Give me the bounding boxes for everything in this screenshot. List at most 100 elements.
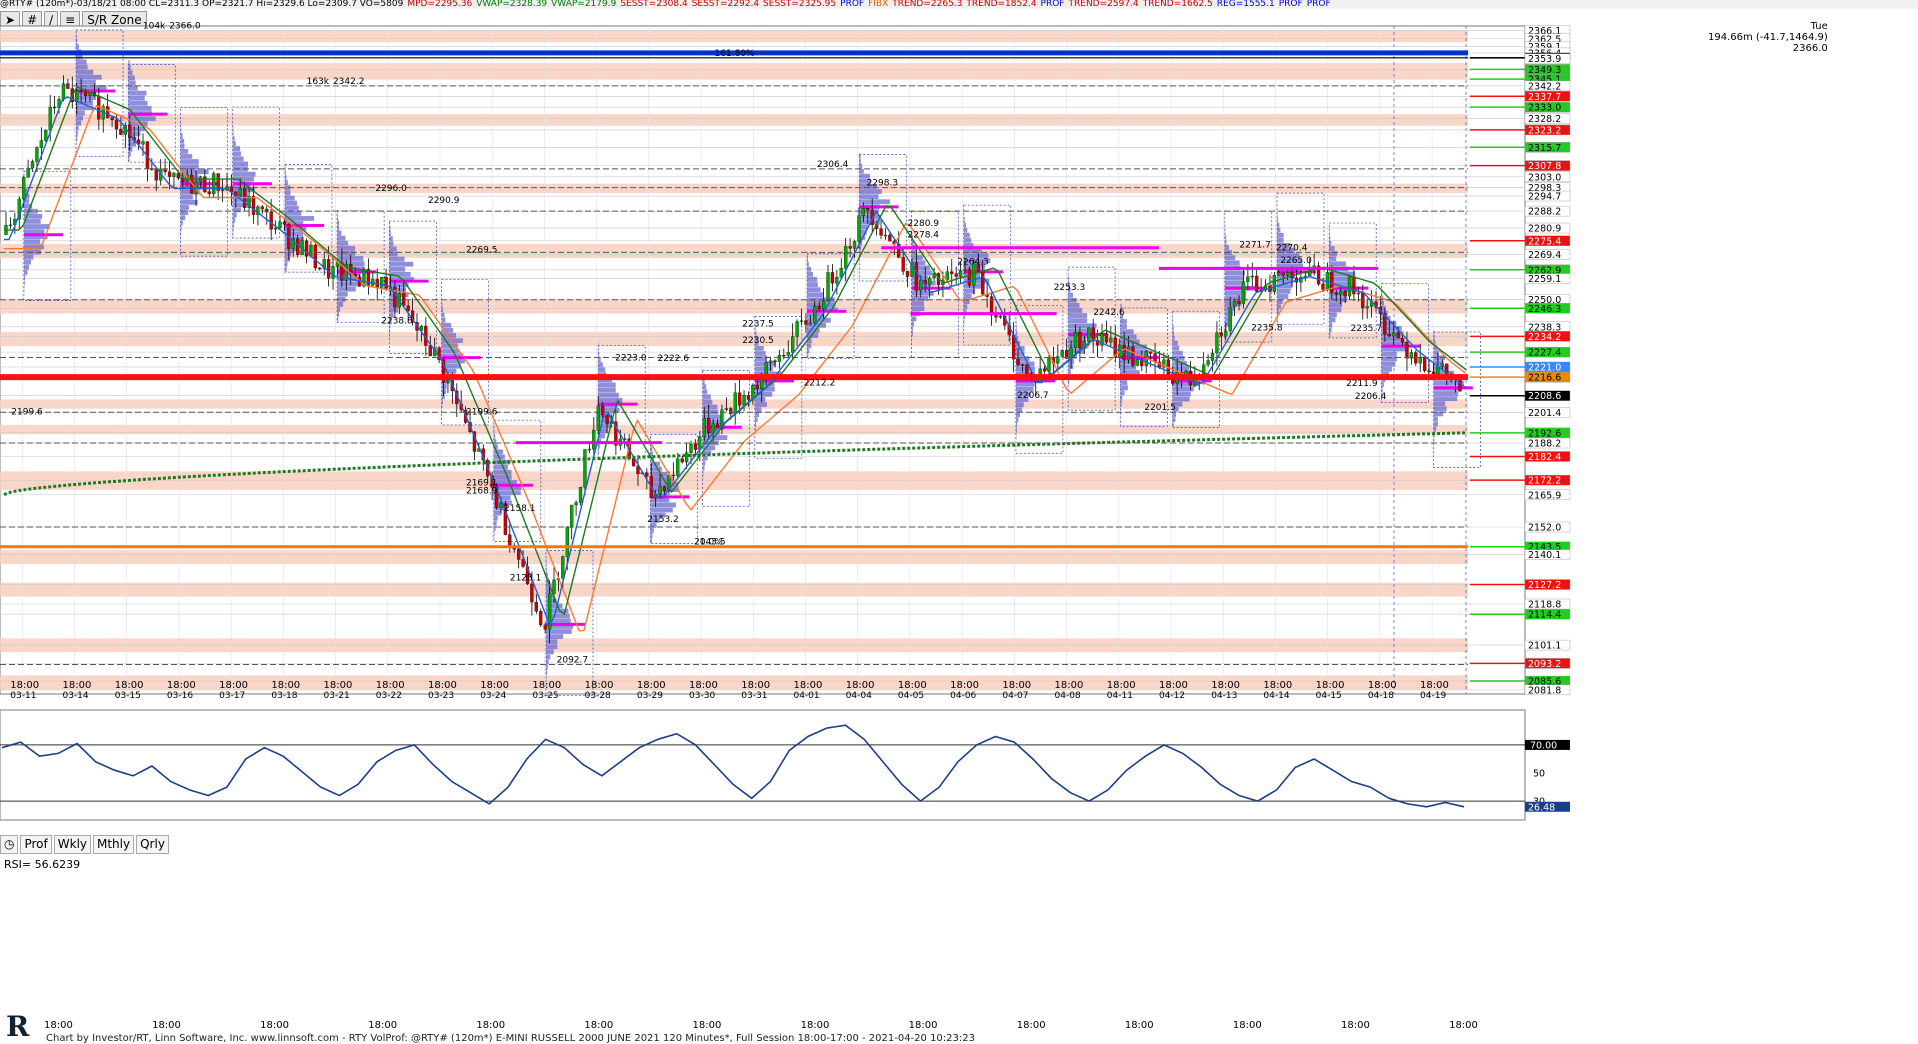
x-axis-time-label: 18:00 <box>62 680 91 691</box>
price-annotation: 2280.9 <box>908 219 940 229</box>
volume-profile-bar <box>76 126 79 131</box>
candle-body <box>252 196 255 214</box>
candle-body <box>517 549 520 559</box>
volume-profile-bar <box>1120 360 1138 365</box>
price-axis-label: 2093.2 <box>1528 659 1561 670</box>
volume-profile-bar <box>1329 256 1336 261</box>
volume-profile-bar <box>128 81 135 86</box>
volume-profile-bar <box>1068 318 1087 323</box>
x-axis-time-label: 18:00 <box>428 680 457 691</box>
volume-profile-bar <box>180 129 181 134</box>
volume-profile-bar <box>233 131 234 136</box>
candle-body <box>884 235 887 236</box>
candle-body <box>1277 273 1280 275</box>
candle-body <box>1047 357 1050 371</box>
candle-body <box>265 209 268 212</box>
volume-profile-bar <box>1068 303 1079 308</box>
volume-profile-bar <box>442 323 452 328</box>
volume-profile-bar <box>1434 391 1459 396</box>
x-axis-date-label: 04-08 <box>1055 691 1081 701</box>
volume-profile-bar <box>703 405 718 410</box>
price-annotation: 2153.2 <box>647 515 679 525</box>
candle-body <box>663 487 666 492</box>
candle-body <box>553 580 556 594</box>
chart-canvas[interactable]: 2366.0104k2342.2163k2306.42298.32296.022… <box>0 0 1918 1043</box>
prof-button[interactable]: Prof <box>20 835 51 854</box>
volume-profile-bar <box>703 369 704 374</box>
candle-body <box>787 352 790 355</box>
qrly-button[interactable]: Qrly <box>136 835 169 854</box>
clock-icon[interactable]: ◷ <box>0 835 18 854</box>
volume-profile-bar <box>1225 245 1229 250</box>
price-annotation: 2278.4 <box>908 230 940 240</box>
candle-body <box>831 272 834 283</box>
candle-body <box>1419 357 1422 363</box>
volume-profile-bar <box>285 201 297 206</box>
sr-zone <box>0 332 1468 346</box>
candle-body <box>835 277 838 283</box>
volume-profile-bar <box>650 533 652 538</box>
volume-profile-bar <box>807 257 808 262</box>
volume-profile-bar <box>598 347 599 352</box>
candle-body <box>1211 353 1214 360</box>
volume-profile-bar <box>964 233 970 238</box>
price-annotation: 2168.9 <box>466 487 498 497</box>
candle-body <box>1273 275 1276 292</box>
candle-body <box>429 346 432 356</box>
candle-body <box>1441 364 1444 367</box>
price-axis-label: 2227.4 <box>1528 348 1561 359</box>
price-axis-label: 2081.8 <box>1528 685 1561 696</box>
wkly-button[interactable]: Wkly <box>54 835 91 854</box>
candle-body <box>1361 293 1364 308</box>
volume-profile-bar <box>650 446 652 451</box>
candle-body <box>332 266 335 278</box>
volume-profile-bar <box>703 400 713 405</box>
candle-body <box>796 321 799 336</box>
candle-body <box>588 449 591 450</box>
volume-profile-bar <box>180 231 181 236</box>
volume-profile-bar <box>1225 255 1235 260</box>
candle-body <box>1459 379 1462 391</box>
candle-body <box>592 430 595 449</box>
price-annotation: 2206.7 <box>1017 391 1049 401</box>
volume-profile-bar <box>1329 236 1330 241</box>
volume-profile-bar <box>1225 271 1245 276</box>
mthly-button[interactable]: Mthly <box>93 835 134 854</box>
volume-profile-bar <box>24 260 31 265</box>
x-axis-time-label: 18:00 <box>324 680 353 691</box>
volume-profile-bar <box>807 262 809 267</box>
price-annotation: 2242.6 <box>1093 308 1125 318</box>
volume-profile-bar <box>1173 330 1174 335</box>
candle-body <box>959 270 962 276</box>
candle-body <box>716 424 719 427</box>
volume-profile-bar <box>180 159 198 164</box>
x-axis-time-label: 18:00 <box>898 680 927 691</box>
price-axis-label: 2288.2 <box>1528 207 1561 218</box>
x-axis-time-label: 18:00 <box>271 680 300 691</box>
volume-profile-bar <box>1277 304 1281 309</box>
volume-profile-bar <box>911 316 916 321</box>
volume-profile-bar <box>1434 437 1435 442</box>
volume-profile-bar <box>337 312 339 317</box>
x-axis-date-label: 04-05 <box>898 691 924 701</box>
volume-profile-bar <box>285 211 301 216</box>
volume-profile-bar <box>1016 382 1035 387</box>
candle-body <box>535 602 538 611</box>
volume-profile-bar <box>233 172 256 177</box>
price-annotation: 2230.5 <box>742 336 774 346</box>
x-axis-date-label: 04-18 <box>1368 691 1394 701</box>
x-axis-time-label: 18:00 <box>532 680 561 691</box>
volume-profile-bar <box>285 267 287 272</box>
price-axis-label: 2140.1 <box>1528 550 1561 561</box>
x-axis-date-label: 03-23 <box>428 691 454 701</box>
volume-profile-bar <box>180 139 184 144</box>
volume-profile-bar <box>755 397 765 402</box>
candle-body <box>1339 291 1342 294</box>
volume-profile-bar <box>598 367 605 372</box>
x-axis-date-label: 04-13 <box>1211 691 1237 701</box>
volume-profile-bar <box>1381 362 1395 367</box>
price-axis-label: 2307.8 <box>1528 161 1561 172</box>
volume-profile-bar <box>337 225 339 230</box>
price-annotation: 2092.7 <box>557 656 589 666</box>
volume-profile-bar <box>1434 427 1437 432</box>
